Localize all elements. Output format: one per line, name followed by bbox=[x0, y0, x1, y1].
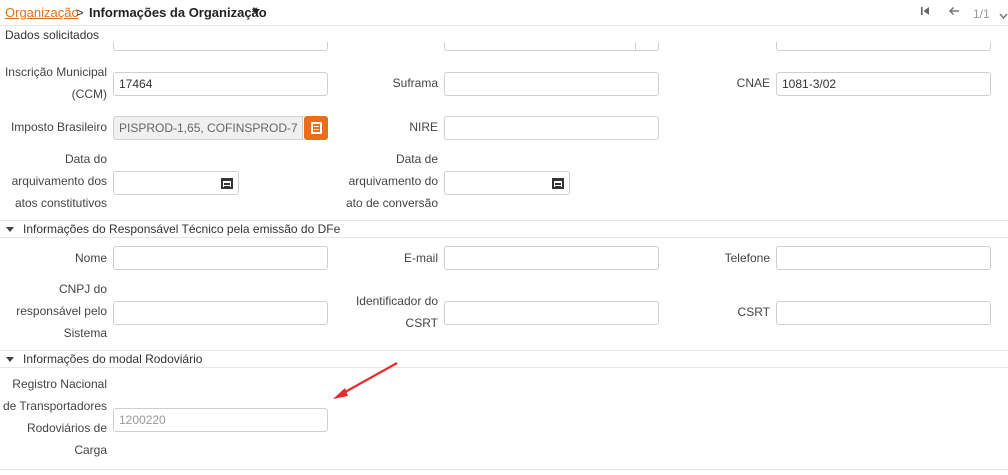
calendar-button-atos[interactable] bbox=[217, 172, 237, 194]
first-page-icon[interactable] bbox=[920, 5, 930, 20]
csrt-input[interactable] bbox=[776, 301, 991, 325]
label-rntrc: Registro Nacional de Transportadores Rod… bbox=[2, 377, 107, 457]
cnpj-responsavel-input[interactable] bbox=[113, 301, 328, 325]
label-csrt: CSRT bbox=[737, 305, 770, 319]
previous-page-icon[interactable] bbox=[948, 5, 960, 20]
label-identificador-csrt: Identificador do CSRT bbox=[355, 294, 438, 330]
cropped-input-left[interactable] bbox=[113, 42, 328, 51]
section-label-dados-solicitados: Dados solicitados bbox=[5, 28, 100, 42]
identificador-csrt-input[interactable] bbox=[444, 301, 659, 325]
inscricao-municipal-input[interactable] bbox=[113, 72, 328, 96]
cropped-input-middle[interactable] bbox=[444, 42, 659, 51]
label-telefone: Telefone bbox=[724, 251, 770, 265]
label-imposto-brasileiro: Imposto Brasileiro bbox=[10, 120, 107, 134]
label-data-arquivamento-atos: Data do arquivamento dos atos constituti… bbox=[11, 152, 107, 210]
rntrc-input[interactable] bbox=[113, 408, 328, 432]
section-header-modal-rodoviario: Informações do modal Rodoviário bbox=[0, 350, 1008, 368]
title-dropdown-caret-icon[interactable] bbox=[252, 9, 260, 14]
collapse-caret-icon[interactable] bbox=[6, 357, 14, 362]
label-email: E-mail bbox=[403, 251, 438, 265]
bottom-divider bbox=[0, 469, 1008, 470]
label-data-arquivamento-conversao: Data de arquivamento do ato de conversão bbox=[345, 152, 438, 210]
email-input[interactable] bbox=[444, 246, 659, 270]
breadcrumb-link-organizacao[interactable]: Organização bbox=[5, 5, 79, 20]
imposto-lookup-button[interactable] bbox=[304, 116, 328, 140]
book-icon bbox=[310, 122, 322, 134]
calendar-icon bbox=[552, 177, 564, 189]
top-divider bbox=[0, 25, 1008, 26]
telefone-input[interactable] bbox=[776, 246, 991, 270]
chevron-down-icon[interactable] bbox=[999, 8, 1008, 23]
cropped-input-right[interactable] bbox=[776, 42, 991, 51]
collapse-caret-icon[interactable] bbox=[6, 227, 14, 232]
calendar-button-conversao[interactable] bbox=[548, 172, 568, 194]
label-nire: NIRE bbox=[409, 120, 438, 134]
section-header-responsavel-tecnico: Informações do Responsável Técnico pela … bbox=[0, 220, 1008, 238]
label-cnae: CNAE bbox=[736, 76, 770, 90]
label-inscricao-municipal: Inscrição Municipal (CCM) bbox=[4, 65, 107, 101]
label-cnpj-responsavel: CNPJ do responsável pelo Sistema bbox=[16, 282, 107, 340]
section-title: Informações do modal Rodoviário bbox=[23, 352, 203, 366]
label-suframa: Suframa bbox=[392, 76, 438, 90]
cropped-input-middle-divider bbox=[635, 42, 636, 51]
page-title: Informações da Organização bbox=[89, 5, 267, 20]
pager-count: 1/1 bbox=[973, 7, 990, 21]
nome-input[interactable] bbox=[113, 246, 328, 270]
cnae-input[interactable] bbox=[776, 72, 991, 96]
calendar-icon bbox=[221, 177, 233, 189]
suframa-input[interactable] bbox=[444, 72, 659, 96]
section-title: Informações do Responsável Técnico pela … bbox=[23, 222, 341, 236]
imposto-brasileiro-input bbox=[113, 116, 303, 140]
nire-input[interactable] bbox=[444, 116, 659, 140]
label-nome: Nome bbox=[74, 251, 107, 265]
annotation-arrow-icon bbox=[333, 362, 398, 399]
breadcrumb-separator: > bbox=[76, 5, 84, 20]
